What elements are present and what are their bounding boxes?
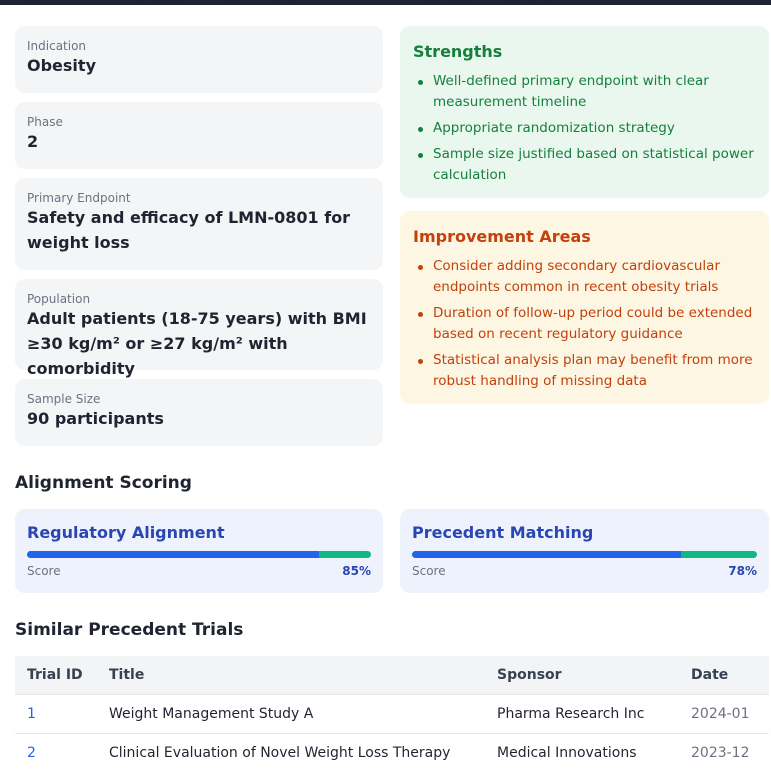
score-label: Score xyxy=(27,564,61,578)
bullet-icon xyxy=(418,80,423,85)
info-value: Adult patients (18-75 years) with BMI ≥3… xyxy=(27,306,371,381)
score-title: Precedent Matching xyxy=(412,523,757,542)
precedents-table: Trial ID Title Sponsor Date 1 Weight Man… xyxy=(15,656,769,772)
table-header-row: Trial ID Title Sponsor Date xyxy=(15,656,769,695)
precedent-matching-card: Precedent Matching Score 78% xyxy=(400,509,769,593)
bullet-icon xyxy=(418,312,423,317)
strength-item: Sample size justified based on statistic… xyxy=(413,144,755,186)
bullet-icon xyxy=(418,127,423,132)
info-card-population: Population Adult patients (18-75 years) … xyxy=(15,279,383,370)
column-header-date[interactable]: Date xyxy=(679,656,769,695)
improvement-item: Duration of follow-up period could be ex… xyxy=(413,303,755,345)
trial-title: Weight Management Study A xyxy=(97,695,485,734)
info-value: 2 xyxy=(27,129,371,154)
strengths-list: Well-defined primary endpoint with clear… xyxy=(413,71,755,186)
precedents-heading: Similar Precedent Trials xyxy=(15,620,243,640)
bullet-icon xyxy=(418,153,423,158)
trial-sponsor: Pharma Research Inc xyxy=(485,695,679,734)
strength-item: Well-defined primary endpoint with clear… xyxy=(413,71,755,113)
table-row[interactable]: 1 Weight Management Study A Pharma Resea… xyxy=(15,695,769,734)
bullet-icon xyxy=(418,265,423,270)
score-bar xyxy=(27,551,371,558)
score-title: Regulatory Alignment xyxy=(27,523,371,542)
score-label: Score xyxy=(412,564,446,578)
improvements-title: Improvement Areas xyxy=(413,227,755,246)
info-value: 90 participants xyxy=(27,406,371,431)
trial-id-link[interactable]: 1 xyxy=(15,695,97,734)
trial-date: 2024-01 xyxy=(679,695,769,734)
info-label: Phase xyxy=(27,115,371,129)
info-label: Population xyxy=(27,292,371,306)
score-value: 85% xyxy=(342,564,371,578)
score-bar-fill xyxy=(412,551,681,558)
regulatory-alignment-card: Regulatory Alignment Score 85% xyxy=(15,509,383,593)
info-card-indication: Indication Obesity xyxy=(15,26,383,93)
trial-id-link[interactable]: 2 xyxy=(15,734,97,772)
table-row[interactable]: 2 Clinical Evaluation of Novel Weight Lo… xyxy=(15,734,769,772)
section-heading-evaluation: Protocol Evaluation xyxy=(400,0,587,9)
info-card-sample-size: Sample Size 90 participants xyxy=(15,379,383,446)
alignment-heading: Alignment Scoring xyxy=(15,473,192,493)
info-value: Obesity xyxy=(27,53,371,78)
strengths-panel: Strengths Well-defined primary endpoint … xyxy=(400,26,769,198)
column-header-title[interactable]: Title xyxy=(97,656,485,695)
info-label: Sample Size xyxy=(27,392,371,406)
bullet-icon xyxy=(418,359,423,364)
info-label: Indication xyxy=(27,39,371,53)
info-card-primary-endpoint: Primary Endpoint Safety and efficacy of … xyxy=(15,178,383,270)
trial-sponsor: Medical Innovations xyxy=(485,734,679,772)
improvement-item: Consider adding secondary cardiovascular… xyxy=(413,256,755,298)
trial-date: 2023-12 xyxy=(679,734,769,772)
info-card-phase: Phase 2 xyxy=(15,102,383,169)
score-bar-fill xyxy=(27,551,319,558)
strengths-title: Strengths xyxy=(413,42,755,61)
column-header-trial-id[interactable]: Trial ID xyxy=(15,656,97,695)
column-header-sponsor[interactable]: Sponsor xyxy=(485,656,679,695)
info-label: Primary Endpoint xyxy=(27,191,371,205)
trial-title: Clinical Evaluation of Novel Weight Loss… xyxy=(97,734,485,772)
improvements-panel: Improvement Areas Consider adding second… xyxy=(400,211,769,404)
section-heading-extracted: Extracted Protocol Information xyxy=(15,0,312,9)
improvements-list: Consider adding secondary cardiovascular… xyxy=(413,256,755,392)
improvement-item: Statistical analysis plan may benefit fr… xyxy=(413,350,755,392)
strength-item: Appropriate randomization strategy xyxy=(413,118,755,139)
score-value: 78% xyxy=(728,564,757,578)
info-value: Safety and efficacy of LMN-0801 for weig… xyxy=(27,205,371,255)
score-bar xyxy=(412,551,757,558)
